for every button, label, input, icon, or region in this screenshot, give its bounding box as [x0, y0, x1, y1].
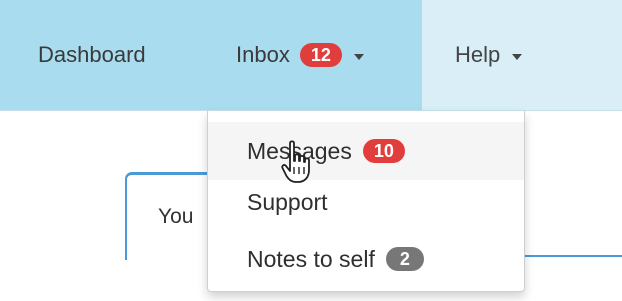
nav-inbox-label: Inbox: [236, 42, 290, 67]
content-tab-label: You: [158, 205, 194, 228]
caret-down-icon: [353, 53, 364, 60]
dropdown-item-messages[interactable]: Messages 10: [208, 122, 524, 180]
nav-inbox-dropdown-toggle[interactable]: Inbox 12: [205, 0, 422, 110]
nav-help-label: Help: [455, 42, 501, 67]
notes-count-badge: 2: [385, 247, 424, 271]
nav-help-dropdown-toggle[interactable]: Help: [422, 0, 622, 110]
nav-dashboard-label: Dashboard: [38, 42, 146, 67]
hand-pointer-icon: [281, 140, 310, 183]
dropdown-item-label: Support: [247, 188, 328, 215]
dropdown-item-label: Notes to self: [247, 245, 375, 272]
nav-dashboard[interactable]: Dashboard: [0, 0, 205, 110]
dropdown-item-notes-to-self[interactable]: Notes to self 2: [208, 230, 524, 288]
inbox-count-badge: 12: [299, 43, 342, 67]
caret-down-icon: [512, 53, 523, 60]
inbox-dropdown-menu: Messages 10 Support Notes to self 2: [207, 111, 525, 292]
top-navbar: Dashboard Inbox 12 Help: [0, 0, 622, 111]
dropdown-item-support[interactable]: Support: [208, 173, 524, 231]
messages-count-badge: 10: [362, 139, 405, 163]
tab-border-line: [520, 255, 622, 257]
